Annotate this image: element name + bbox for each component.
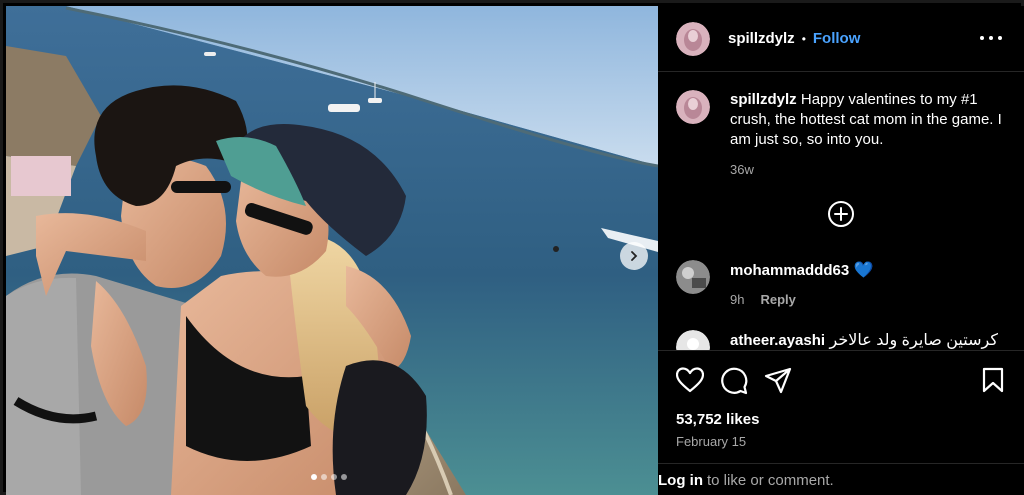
carousel-dot [311, 474, 317, 480]
action-icons-bar [676, 367, 1006, 395]
login-prompt: Log in to like or comment. [658, 463, 1024, 495]
avatar-image [676, 260, 710, 294]
caption-timestamp[interactable]: 36w [730, 162, 1010, 177]
commenter-avatar[interactable] [676, 260, 710, 294]
share-icon[interactable] [764, 367, 792, 395]
comment-icon[interactable] [720, 367, 748, 395]
avatar-image [676, 330, 710, 350]
post-actions: 53,752 likes February 15 Log in to like … [658, 350, 1024, 495]
caption: spillzdylz Happy valentines to my #1 cru… [676, 90, 1016, 177]
bookmark-icon[interactable] [982, 367, 1004, 393]
beach-photo-illustration [6, 6, 658, 495]
commenter-avatar[interactable] [676, 330, 710, 350]
caption-username[interactable]: spillzdylz [730, 91, 797, 108]
follow-button[interactable]: Follow [813, 30, 861, 47]
heart-icon[interactable] [676, 367, 704, 393]
commenter-username[interactable]: atheer.ayashi [730, 332, 825, 349]
caption-text: spillzdylz Happy valentines to my #1 cru… [730, 90, 1010, 150]
post-photo[interactable] [6, 6, 658, 495]
post-side-panel: spillzdylz • Follow spillzdylz Happy val… [658, 6, 1024, 495]
comment-item: atheer.ayashi كرستين صايرة ولد عالاخر [676, 330, 1016, 350]
more-options-button[interactable] [980, 28, 1002, 48]
avatar-image [676, 21, 710, 56]
post-header: spillzdylz • Follow [658, 6, 1024, 72]
reply-button[interactable]: Reply [760, 292, 795, 307]
post-dialog: spillzdylz • Follow spillzdylz Happy val… [0, 0, 1024, 495]
post-date[interactable]: February 15 [676, 434, 746, 449]
comment-timestamp[interactable]: 9h [730, 292, 744, 307]
chevron-right-icon [631, 251, 638, 261]
comment-item: mohammaddd63 💙 9h Reply [676, 260, 1016, 307]
author-avatar[interactable] [676, 21, 710, 56]
comments-list[interactable]: spillzdylz Happy valentines to my #1 cru… [658, 72, 1024, 350]
commenter-username[interactable]: mohammaddd63 [730, 262, 849, 279]
carousel-dots [311, 474, 347, 480]
caption-avatar[interactable] [676, 90, 710, 124]
avatar-image [676, 90, 710, 124]
plus-circle-icon [834, 207, 848, 221]
carousel-dot [341, 474, 347, 480]
load-more-comments-button[interactable] [828, 201, 854, 227]
author-username[interactable]: spillzdylz [728, 30, 795, 47]
more-options-icon [998, 36, 1002, 40]
login-link[interactable]: Log in [658, 472, 703, 489]
login-prompt-text: to like or comment. [707, 471, 834, 489]
carousel-dot [331, 474, 337, 480]
more-options-icon [980, 36, 984, 40]
more-options-icon [989, 36, 993, 40]
comment-text: 💙 [853, 262, 874, 279]
dot-separator: • [801, 31, 806, 46]
comment-meta: 9h Reply [730, 292, 874, 307]
carousel-dot [321, 474, 327, 480]
likes-count[interactable]: 53,752 likes [676, 411, 759, 428]
next-slide-button[interactable] [620, 242, 648, 270]
comment-text: كرستين صايرة ولد عالاخر [829, 332, 998, 349]
